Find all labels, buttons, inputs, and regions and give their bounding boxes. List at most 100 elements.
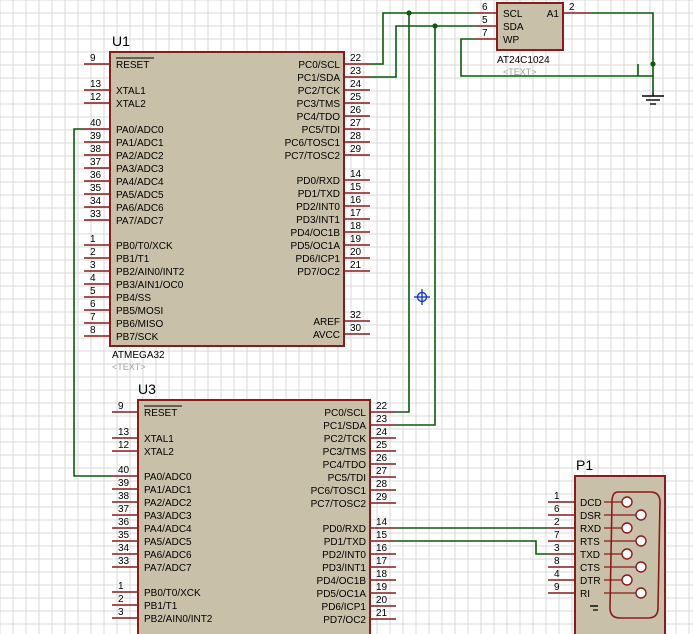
u3-left-pin-number: 33 (118, 556, 130, 567)
u1-left-pin-number: 40 (90, 118, 102, 129)
u3-left-pin-name: PA6/ADC6 (144, 550, 192, 561)
u1-left-pin-name: PB0/T0/XCK (116, 241, 173, 252)
u3-right-pin-number: 21 (376, 608, 388, 619)
u1-right-pin-name: PC1/SDA (297, 73, 340, 84)
u1-right-pin-number: 21 (350, 260, 362, 271)
eeprom-value-label: AT24C1024 (497, 55, 550, 66)
u1-left-pin-number: 9 (90, 53, 96, 64)
u1-left-pin-name: PA7/ADC7 (116, 216, 164, 227)
eeprom-left-pin-number: 5 (482, 15, 488, 26)
u3-right-pin-name: PC2/TCK (324, 434, 367, 445)
u3-left-pin-name: PA7/ADC7 (144, 563, 192, 574)
u1-left-pin-number: 2 (90, 247, 96, 258)
u3-left-pin-number: 2 (118, 594, 124, 605)
u1-right-pin-name: PC4/TDO (297, 112, 341, 123)
u1-left-pin-number: 3 (90, 260, 96, 271)
u1-right-pin-number: 29 (350, 144, 362, 155)
u1-right-pin-number: 28 (350, 131, 362, 142)
u1-right-pin-number: 32 (350, 310, 362, 321)
u1-right-pin-name: PD6/ICP1 (296, 254, 341, 265)
eeprom-left-pin-name: SDA (503, 22, 524, 33)
u3-left-pin-number: 38 (118, 491, 130, 502)
u3-left-pin-number: 1 (118, 581, 124, 592)
u1-left-pin-name: PA1/ADC1 (116, 138, 164, 149)
u3-right-pin-name: PC0/SCL (324, 408, 366, 419)
schematic-canvas[interactable]: U1 ATMEGA32 <TEXT> 9RESET13XTAL112XTAL24… (0, 0, 693, 634)
u3-right-pin-number: 27 (376, 466, 388, 477)
u1-right-pin-number: 22 (350, 53, 362, 64)
u1-right-pin-name: PD4/OC1B (291, 228, 341, 239)
p1-pin-name: TXD (580, 550, 600, 561)
junction-dot (650, 61, 656, 67)
u1-ref-label: U1 (112, 33, 130, 49)
u3-left-pin-number: 37 (118, 504, 130, 515)
u3-right-pin-number: 22 (376, 401, 388, 412)
u3-right-pin-name: PC3/TMS (323, 447, 367, 458)
u3-right-pin-number: 28 (376, 479, 388, 490)
u1-left-pin-name: PA2/ADC2 (116, 151, 164, 162)
u3-right-pin-name: PC1/SDA (323, 421, 366, 432)
p1-pin-number: 6 (554, 504, 560, 515)
u3-left-pin-name: PB0/T0/XCK (144, 588, 201, 599)
u3-right-pin-name: PD0/RXD (323, 524, 366, 535)
u1-right-pin-number: 14 (350, 169, 362, 180)
u1-right-pin-number: 25 (350, 92, 362, 103)
u1-left-pin-name: RESET (116, 60, 149, 71)
u1-right-pin-number: 24 (350, 79, 362, 90)
u1-left-pin-number: 35 (90, 183, 102, 194)
p1-socket-icon (635, 535, 647, 547)
u1-right-pin-number: 15 (350, 182, 362, 193)
u1-left-pin-number: 4 (90, 273, 96, 284)
u3-right-pin-name: PC6/TOSC1 (311, 486, 367, 497)
u3-left-pin-name: PA5/ADC5 (144, 537, 192, 548)
u3-right-pin-number: 17 (376, 556, 388, 567)
u3-right-pin-number: 25 (376, 440, 388, 451)
u1-right-pin-name: PC7/TOSC2 (285, 151, 341, 162)
u1-left-pin-name: PB6/MISO (116, 319, 163, 330)
u3-right-pin-number: 18 (376, 569, 388, 580)
wire-u3-txd-to-p1-txd[interactable] (396, 540, 548, 555)
u1-left-pin-name: PA5/ADC5 (116, 190, 164, 201)
p1-pin-number: 7 (554, 530, 560, 541)
u1-right-pin-name: PD1/TXD (298, 189, 340, 200)
u1-atmega32[interactable]: U1 ATMEGA32 <TEXT> 9RESET13XTAL112XTAL24… (84, 33, 370, 372)
u1-right-pin-name: AVCC (313, 330, 340, 341)
p1-socket-icon (635, 587, 647, 599)
u3-right-pin-number: 15 (376, 530, 388, 541)
u1-right-pin-name: PD5/OC1A (291, 241, 341, 252)
u1-left-pin-number: 6 (90, 299, 96, 310)
u3-right-pin-name: PD5/OC1A (317, 589, 367, 600)
p1-pin-name: RI (580, 589, 590, 600)
p1-pin-number: 8 (554, 556, 560, 567)
u3-left-pin-name: PA3/ADC3 (144, 511, 192, 522)
junction-dot (432, 23, 438, 29)
u1-right-pin-number: 23 (350, 66, 362, 77)
u3-atmega32[interactable]: U3 9RESET13XTAL112XTAL240PA0/ADC039PA1/A… (112, 381, 396, 634)
p1-socket-icon (621, 548, 633, 560)
u1-left-pin-number: 36 (90, 170, 102, 181)
u3-right-pin-number: 14 (376, 517, 388, 528)
u3-right-pin-name: PC7/TOSC2 (311, 499, 367, 510)
p1-pin-name: DCD (580, 498, 602, 509)
eeprom-left-pin-name: SCL (503, 9, 523, 20)
u1-left-pin-number: 37 (90, 157, 102, 168)
u3-right-pin-number: 29 (376, 492, 388, 503)
u1-left-pin-number: 12 (90, 92, 102, 103)
u1-right-pin-name: PD0/RXD (297, 176, 340, 187)
u3-left-pin-name: PB1/T1 (144, 601, 178, 612)
u3-right-pin-number: 24 (376, 427, 388, 438)
p1-pin-number: 9 (554, 582, 560, 593)
u1-right-pin-number: 19 (350, 234, 362, 245)
junction-dot (406, 10, 412, 16)
u3-right-pin-name: PD6/ICP1 (322, 602, 367, 613)
p1-pin-name: DTR (580, 576, 601, 587)
u1-right-pin-number: 27 (350, 118, 362, 129)
u1-right-pin-name: PD2/INT0 (296, 202, 340, 213)
u1-left-pin-name: PB7/SCK (116, 332, 159, 343)
u1-right-pin-name: PC5/TDI (302, 125, 340, 136)
u3-left-pin-name: XTAL1 (144, 434, 174, 445)
u1-left-pin-name: PB3/AIN1/OC0 (116, 280, 184, 291)
eeprom-left-pin-name: WP (503, 35, 519, 46)
u1-left-pin-name: PB2/AIN0/INT2 (116, 267, 185, 278)
u1-left-pin-name: XTAL1 (116, 86, 146, 97)
